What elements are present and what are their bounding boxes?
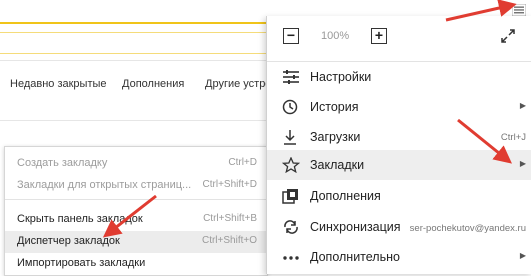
menu-item-extensions[interactable]: Дополнения (267, 181, 531, 211)
zoom-level: 100% (321, 30, 350, 42)
menu-item-history[interactable]: История ▶ (267, 92, 531, 122)
submenu-arrow-icon: ▶ (519, 101, 526, 110)
hamburger-menu-icon[interactable] (512, 4, 526, 16)
extensions-icon (282, 189, 298, 204)
menu-item-bookmarks[interactable]: Закладки ▶ (267, 150, 531, 180)
settings-sliders-icon (283, 70, 299, 84)
menu-item-downloads[interactable]: Загрузки Ctrl+J (267, 122, 531, 152)
zoom-controls: − 100% + (267, 16, 531, 56)
sync-account-email: ser-pochekutov@yandex.ru (409, 223, 526, 234)
submenu-create-bookmark[interactable]: Создать закладку Ctrl+D (5, 153, 267, 175)
content-divider (0, 120, 270, 121)
bookmark-recently-closed[interactable]: Недавно закрытые (10, 78, 107, 90)
main-menu: − 100% + Настройки История ▶ Загрузки Ct… (266, 16, 531, 274)
bookmark-extensions[interactable]: Дополнения (122, 78, 184, 90)
submenu-hide-bookmarks-bar[interactable]: Скрыть панель закладок Ctrl+Shift+B (5, 209, 267, 231)
star-icon (282, 157, 300, 173)
fullscreen-icon[interactable] (500, 28, 516, 44)
submenu-arrow-icon: ▶ (519, 159, 526, 168)
bookmarks-submenu: Создать закладку Ctrl+D Закладки для отк… (4, 146, 268, 276)
menu-item-settings[interactable]: Настройки (267, 62, 531, 92)
bookmark-other-devices[interactable]: Другие устро (205, 78, 271, 90)
submenu-bookmark-manager[interactable]: Диспетчер закладок Ctrl+Shift+O (5, 231, 267, 253)
menu-item-sync[interactable]: Синхронизация ser-pochekutov@yandex.ru (267, 212, 531, 242)
submenu-bookmark-open-pages[interactable]: Закладки для открытых страниц... Ctrl+Sh… (5, 175, 267, 197)
clock-icon (282, 99, 298, 115)
sync-icon (284, 220, 298, 234)
more-dots-icon (283, 256, 299, 260)
menu-item-more[interactable]: Дополнительно ▶ (267, 242, 531, 272)
submenu-separator (5, 199, 267, 200)
submenu-import-bookmarks[interactable]: Импортировать закладки (5, 253, 267, 275)
zoom-in-button[interactable]: + (371, 28, 387, 44)
download-icon (284, 130, 296, 145)
submenu-arrow-icon: ▶ (519, 251, 526, 260)
zoom-out-button[interactable]: − (283, 28, 299, 44)
